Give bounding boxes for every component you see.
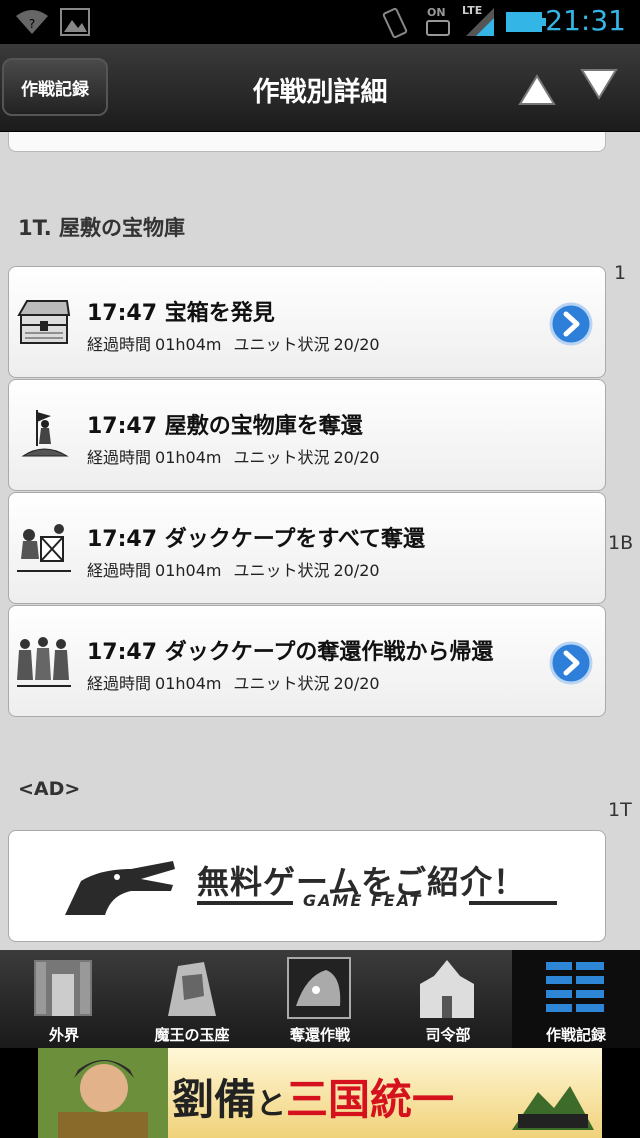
tab-recapture[interactable]: 奪還作戦 [256, 950, 384, 1048]
event-meta: 経過時間 01h04m ユニット状況 20/20 [87, 444, 380, 468]
elapsed-label: 経過時間 [87, 335, 152, 354]
side-note: 1T [608, 799, 632, 821]
side-note: 1B [608, 532, 634, 554]
tab-operation-log[interactable]: 作戦記録 [512, 950, 640, 1048]
log-list-icon [546, 962, 604, 1012]
scroll-down-arrow-icon[interactable] [576, 64, 622, 110]
castle-icon [420, 960, 474, 1018]
lte-signal-icon: LTE [462, 4, 496, 38]
elapsed-label: 経過時間 [87, 674, 152, 693]
demon-king-icon [168, 962, 216, 1016]
unit-label: ユニット状況 [233, 561, 330, 580]
chevron-right-icon[interactable] [549, 302, 593, 346]
bottom-ad-banner[interactable]: 劉備と三国統一 [38, 1048, 602, 1138]
event-meta: 経過時間 01h04m ユニット状況 20/20 [87, 557, 380, 581]
event-meta: 経過時間 01h04m ユニット状況 20/20 [87, 331, 380, 355]
previous-card [8, 132, 606, 152]
svg-text:?: ? [29, 17, 35, 31]
elapsed-label: 経過時間 [87, 561, 152, 580]
event-row[interactable]: 17:47 宝箱を発見 経過時間 01h04m ユニット状況 20/20 [8, 266, 606, 378]
detail-content: 1T. 屋敷の宝物庫 1 1B 1T 17:47 宝箱を発見 経過時間 01h04… [0, 132, 640, 950]
game-logo-icon [512, 1086, 594, 1130]
unit-value: 20/20 [333, 674, 380, 693]
elapsed-value: 01h04m [155, 561, 222, 580]
army-return-icon [17, 637, 71, 687]
unit-label: ユニット状況 [233, 674, 330, 693]
event-title: 17:47 宝箱を発見 [87, 301, 275, 326]
status-bar: ? ON LTE 21:31 [0, 0, 640, 44]
tab-label: 作戦記録 [545, 1026, 606, 1044]
chevron-right-icon[interactable] [549, 641, 593, 685]
on-icon: ON [424, 6, 454, 38]
warrior-portrait-icon [38, 1048, 168, 1138]
elapsed-value: 01h04m [155, 674, 222, 693]
tab-label: 司令部 [425, 1026, 471, 1044]
event-title: 17:47 屋敷の宝物庫を奪還 [87, 414, 363, 439]
event-title: 17:47 ダックケープをすべて奪還 [87, 527, 425, 552]
scroll-up-arrow-icon[interactable] [514, 66, 560, 112]
elapsed-value: 01h04m [155, 335, 222, 354]
unit-value: 20/20 [333, 448, 380, 467]
image-icon [60, 8, 90, 36]
elapsed-value: 01h04m [155, 448, 222, 467]
event-meta: 経過時間 01h04m ユニット状況 20/20 [87, 670, 380, 694]
unit-value: 20/20 [333, 561, 380, 580]
bottom-ad-part: 三国統一 [286, 1075, 455, 1124]
tab-throne[interactable]: 魔王の玉座 [128, 950, 256, 1048]
unit-value: 20/20 [333, 335, 380, 354]
bottom-ad-part: と [256, 1087, 287, 1122]
side-note: 1 [614, 262, 627, 284]
crocodile-icon [65, 861, 175, 915]
event-row[interactable]: 17:47 ダックケープの奪還作戦から帰還 経過時間 01h04m ユニット状況 20… [8, 605, 606, 717]
bottom-tab-bar: 外界 魔王の玉座 奪還作戦 司令部 作戦記録 [0, 950, 640, 1048]
section-title: 1T. 屋敷の宝物庫 [18, 216, 186, 240]
event-title: 17:47 ダックケープの奪還作戦から帰還 [87, 640, 494, 665]
event-row[interactable]: 17:47 屋敷の宝物庫を奪還 経過時間 01h04m ユニット状況 20/20 [8, 379, 606, 491]
tab-label: 外界 [48, 1026, 79, 1044]
bottom-ad-part: 劉備 [172, 1075, 257, 1124]
tab-outer-world[interactable]: 外界 [0, 950, 128, 1048]
tab-headquarters[interactable]: 司令部 [384, 950, 512, 1048]
ad-divider [197, 901, 293, 905]
map-icon [287, 957, 351, 1019]
event-row[interactable]: 17:47 ダックケープをすべて奪還 経過時間 01h04m ユニット状況 20/20 [8, 492, 606, 604]
bottom-ad-text: 劉備と三国統一 [172, 1066, 454, 1127]
ad-subtext: GAME FEAT [303, 891, 423, 910]
unit-label: ユニット状況 [233, 448, 330, 467]
gamefeat-ad-banner[interactable]: 無料ゲームをご紹介！ GAME FEAT [8, 830, 606, 942]
ad-divider [469, 901, 557, 905]
castle-gate-icon [34, 960, 92, 1016]
flag-hero-icon [21, 410, 69, 457]
battle-scene-icon [17, 524, 71, 572]
battery-icon [506, 12, 546, 32]
unit-label: ユニット状況 [233, 335, 330, 354]
app-header: 作戦記録 作戦別詳細 [0, 44, 640, 132]
tab-label: 奪還作戦 [289, 1026, 350, 1044]
wifi-icon: ? [16, 10, 48, 34]
elapsed-label: 経過時間 [87, 448, 152, 467]
treasure-chest-icon [17, 300, 71, 344]
vibrate-icon [382, 8, 408, 38]
ad-label: <AD> [18, 778, 81, 800]
clock: 21:31 [545, 4, 626, 37]
tab-label: 魔王の玉座 [154, 1026, 230, 1044]
